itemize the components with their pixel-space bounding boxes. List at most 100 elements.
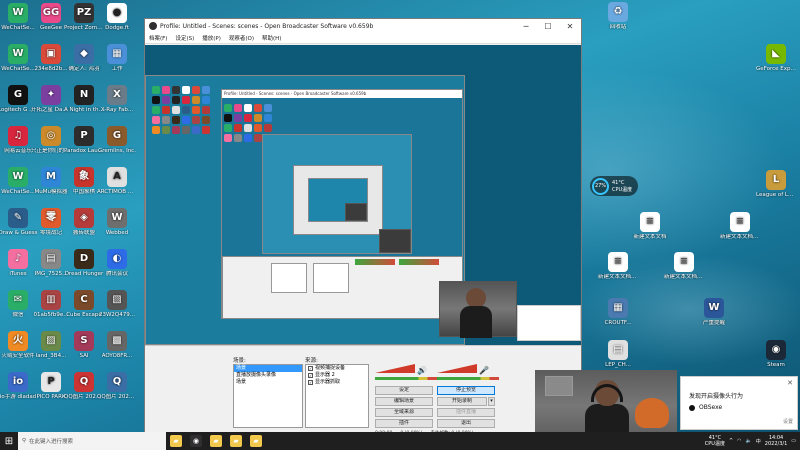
desktop-icon[interactable]: ▧ 23W2Q479... [97, 290, 137, 318]
taskbar-search[interactable]: ⚲ 在此键入进行搜索 [18, 432, 166, 450]
tray-weather[interactable]: 41°C CPU温度 [705, 435, 725, 447]
obs-titlebar[interactable]: Profile: Untitled - Scenes: scenes - Ope… [145, 19, 581, 33]
desktop-icon[interactable]: W Webbed [97, 208, 137, 236]
menu-item[interactable]: 观察者(O) [229, 34, 254, 42]
volume-icon[interactable]: 🔈 [746, 438, 752, 444]
desktop-icon[interactable]: ▤ LEP_CH... [598, 340, 638, 368]
desktop-icon[interactable]: L League of Legends [756, 170, 796, 198]
desktop-icon-glyph: W [704, 298, 724, 318]
tray-date: 2022/3/1 [764, 441, 788, 447]
desktop-icon[interactable]: ≡ 新建文本文档(3) [598, 252, 638, 280]
close-icon[interactable]: ✕ [559, 22, 581, 31]
desktop-icon[interactable]: ≡ 新建文本文档(4) [664, 252, 704, 280]
obs-preview[interactable]: Profile: Untitled - Scenes: scenes - Ope… [145, 45, 581, 345]
desktop-icon[interactable]: ▦ CROUTF... [598, 298, 638, 326]
minimize-icon[interactable]: ─ [515, 22, 537, 31]
desktop-icon-label: X-Ray Fab... [100, 107, 134, 113]
maximize-icon[interactable]: ☐ [537, 22, 559, 31]
global-sources-button[interactable]: 全域来源 [375, 408, 433, 417]
wifi-icon[interactable]: ◠ [737, 438, 741, 444]
scene-item[interactable]: 直播放摄像头录像 [234, 372, 302, 379]
source-checkbox[interactable]: ✓ [308, 373, 313, 378]
desktop-icon-glyph: W [107, 208, 127, 228]
taskbar-app-file-explorer-2[interactable]: ▰ [206, 432, 226, 450]
scene-item[interactable]: 场景 [234, 379, 302, 386]
desktop-icon[interactable]: ▦ 工作 [97, 44, 137, 72]
desktop-icon[interactable]: ◐ 腾讯会议 [97, 249, 137, 277]
recording-dropdown-icon[interactable]: ▾ [488, 397, 495, 406]
chevron-up-icon[interactable]: ^ [729, 438, 733, 444]
stream-button[interactable]: 插件直播 [437, 408, 495, 417]
scene-item[interactable]: 场景 [234, 365, 302, 372]
desktop-icon[interactable]: ♻ 回收站 [598, 2, 638, 30]
taskbar-app-file-explorer[interactable]: ▰ [166, 432, 186, 450]
source-checkbox[interactable]: ✓ [308, 366, 313, 371]
notification-title: 发现开启摄像头行为 [689, 393, 744, 400]
exit-button[interactable]: 退出 [437, 419, 495, 428]
menu-item[interactable]: 帮助(H) [262, 34, 281, 42]
taskbar-app-obs[interactable]: ◉ [186, 432, 206, 450]
desktop-icon-glyph: C [74, 290, 94, 310]
desktop-icon-glyph: Q [107, 372, 127, 392]
desktop-icon[interactable]: ● Dodge.ft [97, 3, 137, 31]
ime-indicator[interactable]: 中 [756, 438, 761, 445]
source-label: 显示器 2 [315, 372, 335, 378]
vu-meter-desktop [375, 377, 437, 380]
desktop-icon-label: CROUTF... [604, 320, 632, 326]
menu-item[interactable]: 播放(P) [202, 34, 221, 42]
tray-clock[interactable]: 14:04 2022/3/1 [765, 435, 787, 447]
start-recording-button[interactable]: 开始录制 [437, 397, 487, 406]
desktop-icon-glyph: ▤ [41, 249, 61, 269]
windows-start-icon[interactable]: ⊞ [0, 432, 18, 450]
preview-camera-mini-3 [379, 229, 411, 253]
desktop-icon-glyph: X [107, 85, 127, 105]
desktop-icon-glyph: ≡ [730, 212, 750, 232]
desktop-icon[interactable]: A ARCTIMOB 蛋仔派对 [97, 167, 137, 195]
taskbar-apps: ▰ ◉ ▰ ▰ ▰ [166, 432, 266, 450]
notification-close-icon[interactable]: ✕ [787, 379, 793, 387]
desktop-icon-label: 新建文本文档(4) [664, 274, 704, 280]
volume-slider-desktop[interactable] [375, 364, 415, 373]
obs-app-dot-icon [689, 404, 695, 411]
desktop-icon-label: GeForce Experience [756, 66, 796, 72]
source-item[interactable]: ✓ 视频捕捉设备 [306, 365, 368, 372]
taskbar-app-file-explorer-3[interactable]: ▰ [226, 432, 246, 450]
scene-list[interactable]: 场景 直播放摄像头录像 场景 [233, 364, 303, 428]
desktop-icon-glyph: P [41, 372, 61, 392]
desktop-icon[interactable]: G Gremlins, Inc. [97, 126, 137, 154]
menu-item[interactable]: 设定(S) [175, 34, 194, 42]
desktop-icon[interactable]: ≡ 新建文本文档(2) [720, 212, 760, 240]
edit-scene-button[interactable]: 编辑场景 [375, 397, 433, 406]
volume-slider-mic[interactable] [437, 364, 477, 373]
camera-notification[interactable]: ✕ 发现开启摄像头行为 OBSexe 设置 [680, 376, 798, 430]
obs-window[interactable]: Profile: Untitled - Scenes: scenes - Ope… [144, 18, 582, 436]
scenes-label: 场景: [233, 358, 246, 364]
desktop-icon[interactable]: X X-Ray Fab... [97, 85, 137, 113]
preview-layer-2 [262, 134, 412, 254]
desktop-icon[interactable]: ◉ Steam [756, 340, 796, 368]
desktop-icon[interactable]: ≡ 新建文本文档 [630, 212, 670, 240]
mixer-desktop[interactable]: 🔊 [375, 364, 437, 382]
plugins-button[interactable]: 插件 [375, 419, 433, 428]
notification-settings-link[interactable]: 设置 [783, 418, 793, 425]
source-item[interactable]: ✓ 显示器 2 [306, 372, 368, 379]
source-item[interactable]: ✓ 显示器抓取 [306, 379, 368, 386]
desktop-icon[interactable]: ▩ AOYO8FR... [97, 331, 137, 359]
notification-center-icon[interactable]: ▭ [791, 438, 796, 444]
desktop-icon-glyph: A [107, 167, 127, 187]
microphone-icon[interactable]: 🎤 [479, 366, 489, 375]
desktop-icon-glyph: ▣ [41, 44, 61, 64]
cpu-gauge-widget[interactable]: 27% 41°C CPU温度 [590, 176, 638, 196]
source-checkbox[interactable]: ✓ [308, 380, 313, 385]
mixer-mic[interactable]: 🎤 [437, 364, 499, 382]
desktop-icon[interactable]: W 严重提醒 [694, 298, 734, 326]
speaker-icon[interactable]: 🔊 [417, 366, 427, 375]
desktop-icon[interactable]: Q QQ图片 2021083... [97, 372, 137, 400]
taskbar-search-placeholder: 在此键入进行搜索 [29, 439, 74, 445]
menu-item[interactable]: 档案(F) [149, 34, 167, 42]
taskbar-app-file-explorer-4[interactable]: ▰ [246, 432, 266, 450]
source-list[interactable]: ✓ 视频捕捉设备 ✓ 显示器 2 ✓ 显示器抓取 [305, 364, 369, 428]
desktop-icon[interactable]: ◣ GeForce Experience [756, 44, 796, 72]
settings-button[interactable]: 设定 [375, 386, 433, 395]
stop-preview-button[interactable]: 停止预览 [437, 386, 495, 395]
